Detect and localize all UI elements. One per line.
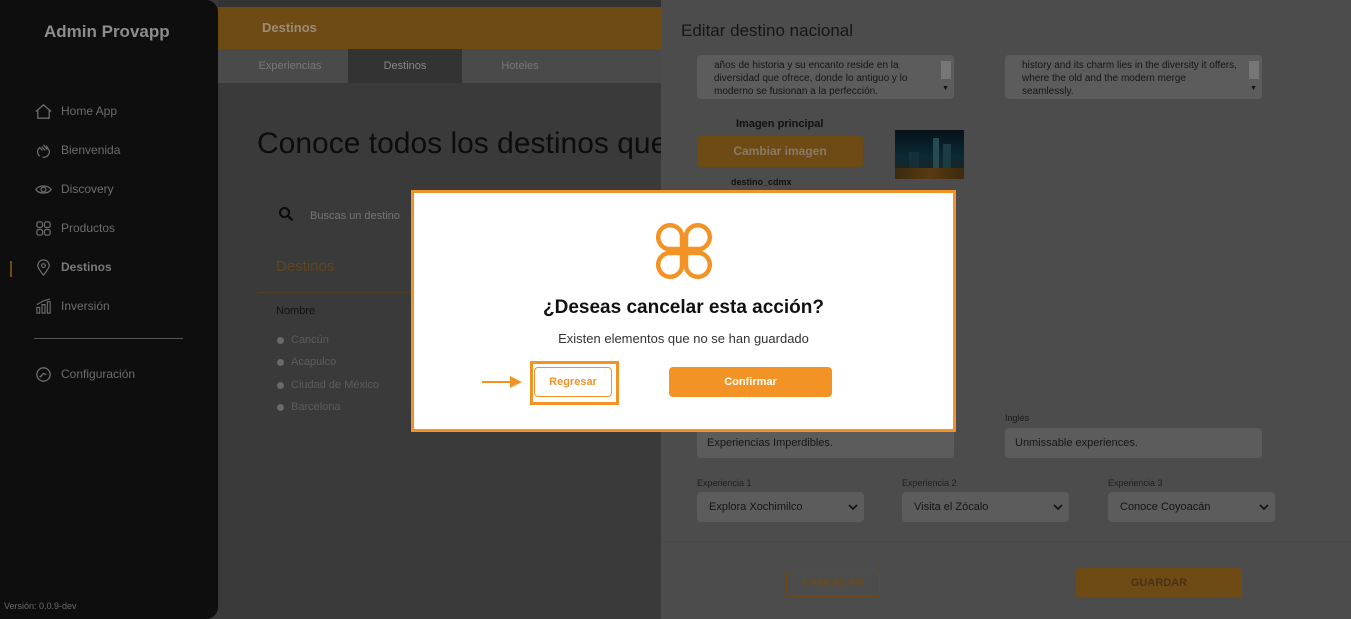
description-es-textarea[interactable]: años de historia y su encanto reside en … [697,55,954,99]
list-item[interactable]: Cancún [277,333,329,347]
confirm-button[interactable]: Confirmar [669,367,832,397]
sidebar: Admin Provapp Home App Bienvenida Discov… [0,0,218,619]
tab-destinos[interactable]: Destinos [348,49,462,83]
sidebar-item-discovery[interactable]: Discovery [34,178,114,200]
experience-1-label: Experiencia 1 [697,478,752,488]
header-title: Destinos [262,20,317,35]
sidebar-item-label: Home App [61,104,118,118]
list-item[interactable]: Acapulco [277,355,336,369]
confirm-cancel-dialog: ¿Deseas cancelar esta acción? Existen el… [411,190,956,432]
sidebar-item-label: Inversión [61,299,110,313]
sidebar-divider [34,338,183,339]
panel-title: Editar destino nacional [681,21,854,40]
sidebar-item-label: Configuración [61,367,136,381]
subtitle-es-input[interactable]: Experiencias Imperdibles. [697,428,954,458]
chevron-down-icon [1259,504,1269,511]
clover-logo-icon [655,222,713,280]
map-pin-icon [37,258,50,276]
bullet [277,381,284,389]
destination-thumbnail [895,130,964,179]
arrow-right-icon [482,376,522,388]
english-label: Inglés [1005,413,1030,423]
scroll-down-icon[interactable]: ▼ [1250,82,1257,95]
dialog-subtitle: Existen elementos que no se han guardado [558,331,809,346]
destination-name: Barcelona [291,401,341,413]
destination-name: Ciudad de México [291,379,380,391]
app-brand: Admin Provapp [44,22,170,41]
image-file-name: destino_cdmx [731,177,792,187]
experience-1-select[interactable]: Explora Xochimilco [697,492,864,522]
cancel-button[interactable]: CANCELAR [786,569,880,597]
active-indicator [10,261,12,277]
experience-3-value: Conoce Coyoacán [1120,501,1211,513]
experience-3-select[interactable]: Conoce Coyoacán [1108,492,1275,522]
list-item[interactable]: Ciudad de México [277,378,379,392]
bullet [277,336,284,344]
textarea-scrollbar[interactable]: ▼ [1248,59,1260,95]
gear-icon [36,366,51,382]
description-es-text: años de historia y su encanto reside en … [714,60,908,97]
scroll-down-icon[interactable]: ▼ [942,82,949,95]
search-input[interactable] [300,198,412,234]
textarea-scrollbar[interactable]: ▼ [940,59,952,95]
destination-name: Cancún [291,334,329,346]
sidebar-item-label: Productos [61,221,116,235]
sidebar-item-destinos[interactable]: Destinos [34,256,112,278]
subtitle-en-input[interactable]: Unmissable experiences. [1005,428,1262,458]
chevron-down-icon [848,504,858,511]
tab-hoteles[interactable]: Hoteles [470,49,570,83]
page-title: Conoce todos los destinos que [257,127,661,160]
sidebar-item-productos[interactable]: Productos [34,217,115,239]
tab-experiencias[interactable]: Experiencias [240,49,340,83]
sidebar-item-inversion[interactable]: Inversión [34,295,110,317]
tab-bar: Experiencias Destinos Hoteles [218,49,661,83]
eye-icon [35,184,52,194]
main-image-label: Imagen principal [736,118,824,130]
panel-footer-divider [661,541,1351,542]
grid-icon [36,220,51,236]
destinations-section-title: Destinos [276,258,335,275]
list-item[interactable]: Barcelona [277,400,341,414]
bullet [277,403,284,411]
bullet [277,358,284,366]
dialog-title: ¿Deseas cancelar esta acción? [543,297,824,318]
experience-2-select[interactable]: Visita el Zócalo [902,492,1069,522]
sidebar-item-label: Bienvenida [61,143,121,157]
sidebar-item-home-app[interactable]: Home App [34,100,117,122]
header-bar: Destinos [218,7,661,49]
destination-name: Acapulco [291,356,337,368]
chevron-down-icon [1053,504,1063,511]
version-label: Versión: 0.0.9-dev [4,601,77,611]
home-icon [35,103,52,119]
save-button[interactable]: GUARDAR [1076,568,1242,598]
hand-wave-icon [36,143,50,158]
chart-icon [36,297,51,314]
experience-2-label: Experiencia 2 [902,478,957,488]
back-button[interactable]: Regresar [534,367,612,397]
sidebar-item-configuracion[interactable]: Configuración [34,363,135,385]
search-box [268,196,413,236]
sidebar-item-label: Discovery [61,182,114,196]
section-divider [258,292,413,293]
sidebar-item-bienvenida[interactable]: Bienvenida [34,139,120,161]
change-image-button[interactable]: Cambiar imagen [697,136,863,167]
experience-2-value: Visita el Zócalo [914,501,989,513]
description-en-text: history and its charm lies in the divers… [1022,60,1237,97]
description-en-textarea[interactable]: history and its charm lies in the divers… [1005,55,1262,99]
sidebar-item-label: Destinos [61,260,112,274]
experience-1-value: Explora Xochimilco [709,501,803,513]
search-icon [279,207,294,222]
experience-3-label: Experiencia 3 [1108,478,1163,488]
column-header-name: Nombre [276,305,316,317]
